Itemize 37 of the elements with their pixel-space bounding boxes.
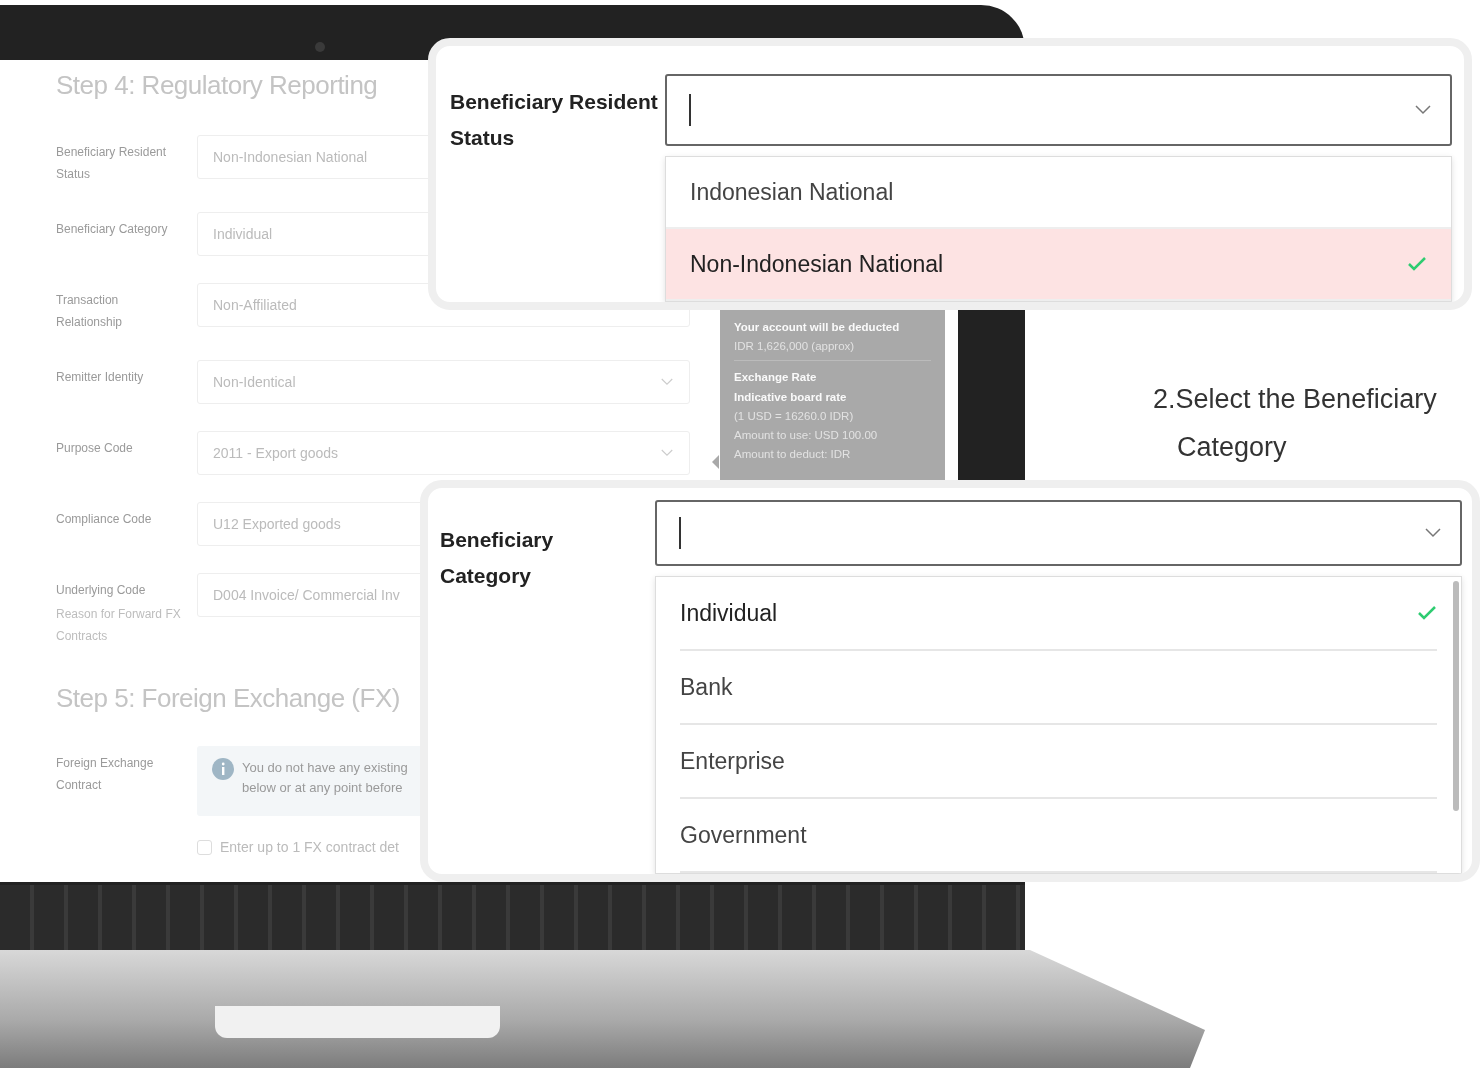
tooltip-title: Your account will be deducted	[734, 320, 901, 335]
field-label: Remitter Identity	[56, 369, 145, 386]
field-label: Beneficiary Resident Status	[450, 89, 659, 151]
chevron-down-icon	[1414, 105, 1432, 115]
dropdown-option[interactable]: Indonesian National	[666, 157, 1451, 229]
info-icon	[212, 758, 234, 780]
tooltip-amount: IDR 1,626,000 (approx)	[734, 339, 856, 354]
field-label: Compliance Code	[56, 511, 153, 528]
chevron-down-icon	[1424, 528, 1442, 538]
dropdown-option[interactable]: Individual	[680, 577, 1437, 651]
scrollbar[interactable]	[1453, 581, 1459, 811]
checkbox[interactable]	[197, 839, 212, 855]
info-text: You do not have any existing	[242, 759, 408, 777]
field-label: Foreign Exchange Contract	[56, 755, 155, 794]
caption: 2.Select the Beneficiary Category	[1153, 383, 1438, 464]
text-cursor	[689, 94, 691, 126]
field-label: Transaction Relationship	[56, 292, 124, 331]
tooltip-rate-type: Indicative board rate	[734, 390, 848, 405]
field-label: Beneficiary Category	[56, 221, 169, 238]
chevron-down-icon	[661, 448, 673, 458]
field-hint: Reason for Forward FX Contracts	[56, 606, 182, 645]
dropdown-option[interactable]: Non-Indonesian National	[666, 229, 1451, 301]
text-cursor	[679, 517, 681, 549]
check-icon	[1407, 256, 1427, 272]
info-text: below or at any point before	[242, 779, 404, 797]
field-label: Beneficiary Resident Status	[56, 144, 168, 183]
field-label: Purpose Code	[56, 440, 134, 457]
field-label: Beneficiary Category	[440, 527, 555, 589]
check-icon	[1417, 605, 1437, 621]
chevron-down-icon	[661, 377, 673, 387]
tooltip-subtitle: Exchange Rate	[734, 370, 818, 385]
select-field[interactable]	[665, 74, 1452, 146]
field-label: Underlying Code	[56, 582, 147, 599]
camera-icon	[315, 42, 325, 52]
section-heading: Step 4: Regulatory Reporting	[56, 70, 379, 101]
checkbox-label: Enter up to 1 FX contract det	[220, 839, 399, 855]
select-field[interactable]	[655, 500, 1462, 566]
